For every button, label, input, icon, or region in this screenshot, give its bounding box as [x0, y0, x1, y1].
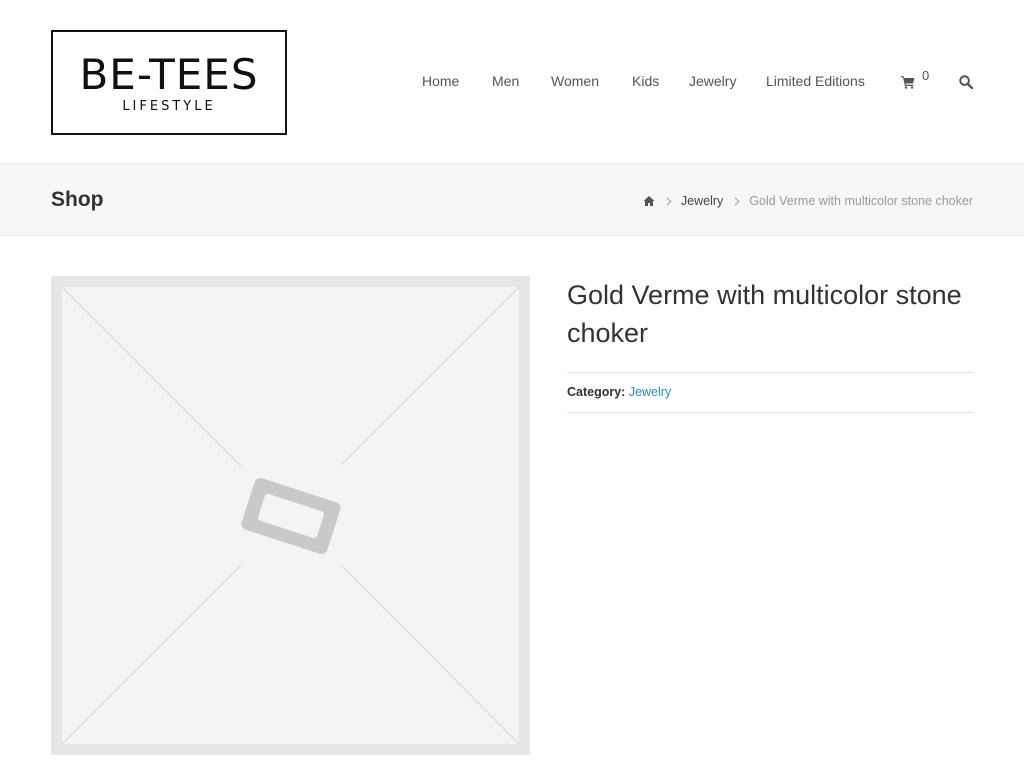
breadcrumb-current: Gold Verme with multicolor stone choker: [749, 194, 973, 208]
logo-tagline: LIFESTYLE: [122, 99, 216, 114]
shopping-cart-icon: [901, 76, 915, 89]
product-meta: Category: Jewelry: [567, 372, 973, 413]
product-title: Gold Verme with multicolor stone choker: [567, 280, 962, 348]
placeholder-image-icon: [61, 286, 520, 745]
site-logo[interactable]: BE-TEES LIFESTYLE: [51, 30, 287, 135]
nav-item-home[interactable]: Home: [422, 73, 459, 89]
nav-item-jewelry[interactable]: Jewelry: [689, 73, 736, 89]
search-icon[interactable]: [959, 75, 973, 89]
category-label: Category:: [567, 385, 626, 399]
page-title-bar: Shop Jewelry Gold Verme with multicolor …: [0, 164, 1024, 236]
cart-button[interactable]: 0: [901, 68, 933, 92]
home-icon[interactable]: [643, 195, 655, 207]
nav-item-women[interactable]: Women: [551, 73, 599, 89]
nav-item-limited-editions[interactable]: Limited Editions: [766, 73, 865, 89]
page-title: Shop: [51, 188, 104, 211]
breadcrumb-category-link[interactable]: Jewelry: [681, 194, 723, 208]
chevron-right-icon: [666, 196, 672, 206]
logo-brand-name: BE-TEES: [79, 50, 259, 99]
site-header: BE-TEES LIFESTYLE Home Men Women Kids Je…: [0, 0, 1024, 164]
category-link[interactable]: Jewelry: [629, 385, 671, 399]
nav-item-kids[interactable]: Kids: [632, 73, 659, 89]
nav-item-men[interactable]: Men: [492, 73, 519, 89]
chevron-right-icon: [734, 196, 740, 206]
cart-count: 0: [922, 68, 930, 83]
product-image[interactable]: [51, 276, 530, 755]
breadcrumb: Jewelry Gold Verme with multicolor stone…: [643, 193, 973, 209]
